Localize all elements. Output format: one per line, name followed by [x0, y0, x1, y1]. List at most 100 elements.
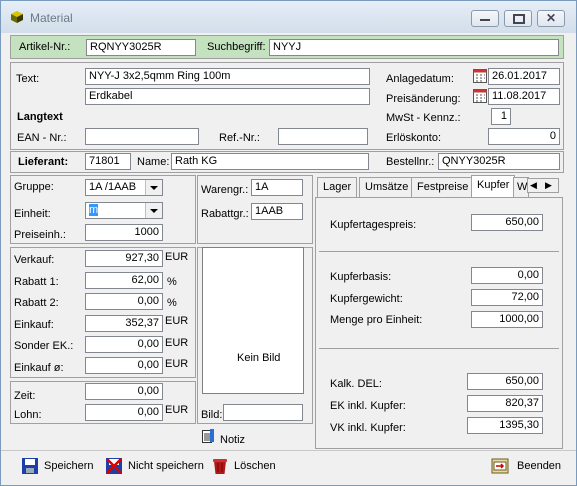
kupfergewicht-label: Kupfergewicht:: [330, 293, 403, 305]
tab-kupfer[interactable]: Kupfer: [471, 175, 516, 197]
lieferant-nr-input[interactable]: 71801: [85, 153, 131, 170]
maximize-button[interactable]: [504, 10, 532, 27]
erloeskonto-label: Erlöskonto:: [386, 132, 442, 144]
calendar-icon[interactable]: [473, 69, 487, 83]
artikel-nr-input[interactable]: RQNYY3025R: [86, 39, 196, 56]
arrow-right-icon[interactable]: ▶: [545, 180, 552, 191]
suchbegriff-input[interactable]: NYYJ: [269, 39, 559, 56]
einkauf-unit: EUR: [165, 315, 189, 327]
ref-input[interactable]: [278, 128, 368, 145]
kein-bild-text: Kein Bild: [237, 352, 281, 364]
image-preview[interactable]: Kein Bild: [202, 247, 304, 394]
kupfergewicht-input[interactable]: 72,00: [471, 289, 543, 306]
tab-festpreise[interactable]: Festpreise: [411, 177, 475, 197]
ek-inkl-label: EK inkl. Kupfer:: [330, 400, 406, 412]
rabatt1-input[interactable]: 62,00: [85, 272, 163, 289]
rabatt2-unit: %: [167, 297, 177, 309]
anlagedatum-input[interactable]: 26.01.2017: [488, 68, 560, 85]
beenden-label: Beenden: [517, 460, 562, 472]
speichern-button[interactable]: Speichern: [21, 455, 96, 477]
tab-lager[interactable]: Lager: [317, 177, 358, 197]
minimize-button[interactable]: [471, 10, 499, 27]
divider: [319, 251, 559, 252]
bestellnr-input[interactable]: QNYY3025R: [438, 153, 560, 170]
bild-input[interactable]: [223, 404, 303, 421]
vk-inkl-input[interactable]: 1395,30: [467, 417, 543, 434]
einheit-select[interactable]: m: [85, 202, 163, 219]
sonder-ek-label: Sonder EK.:: [14, 340, 74, 352]
close-button[interactable]: ✕: [537, 10, 565, 27]
menge-input[interactable]: 1000,00: [471, 311, 543, 328]
title-bar: Material ✕: [1, 1, 576, 33]
verkauf-unit: EUR: [165, 251, 189, 263]
einheit-value: m: [89, 204, 99, 216]
kalk-del-label: Kalk. DEL:: [330, 378, 382, 390]
preiseinh-input[interactable]: 1000: [85, 224, 163, 241]
suchbegriff-label: Suchbegriff:: [207, 41, 266, 53]
tab-umsaetze[interactable]: Umsätze: [359, 177, 415, 197]
sonder-ek-input[interactable]: 0,00: [85, 336, 163, 353]
rabatt2-label: Rabatt 2:: [14, 297, 59, 309]
verkauf-label: Verkauf:: [14, 254, 55, 266]
gruppe-value: 1A /1AAB: [89, 181, 137, 193]
zeit-input[interactable]: 0,00: [85, 383, 163, 400]
text-line2-input[interactable]: Erdkabel: [85, 88, 370, 105]
kalk-del-input[interactable]: 650,00: [467, 373, 543, 390]
lieferant-name-input[interactable]: Rath KG: [171, 153, 369, 170]
notiz-label[interactable]: Notiz: [220, 434, 245, 446]
mwst-input[interactable]: 1: [491, 108, 511, 125]
preisaenderung-input[interactable]: 11.08.2017: [488, 88, 560, 105]
einkauf-avg-unit: EUR: [165, 358, 189, 370]
arrow-left-icon[interactable]: ◀: [530, 180, 537, 191]
erloeskonto-input[interactable]: 0: [488, 128, 560, 145]
chevron-down-icon[interactable]: [145, 203, 162, 218]
einkauf-avg-input[interactable]: 0,00: [85, 357, 163, 374]
ref-label: Ref.-Nr.:: [219, 132, 260, 144]
lohn-label: Lohn:: [14, 409, 42, 421]
ean-input[interactable]: [85, 128, 199, 145]
preiseinh-label: Preiseinh.:: [14, 229, 66, 241]
kupfertagespreis-input[interactable]: 650,00: [471, 214, 543, 231]
zeit-label: Zeit:: [14, 390, 36, 402]
rabattgr-input[interactable]: 1AAB: [251, 203, 303, 220]
kupferbasis-input[interactable]: 0,00: [471, 267, 543, 284]
window-title: Material: [30, 11, 73, 25]
text-line1-input[interactable]: NYY-J 3x2,5qmm Ring 100m: [85, 68, 370, 85]
einheit-label: Einheit:: [14, 208, 51, 220]
chevron-down-icon[interactable]: [145, 180, 162, 195]
no-save-icon: [106, 458, 122, 474]
verkauf-input[interactable]: 927,30: [85, 250, 163, 267]
rabatt2-input[interactable]: 0,00: [85, 293, 163, 310]
loeschen-label: Löschen: [234, 460, 276, 472]
gruppe-select[interactable]: 1A /1AAB: [85, 179, 163, 196]
lohn-unit: EUR: [165, 404, 189, 416]
bild-label: Bild:: [201, 409, 223, 421]
anlagedatum-label: Anlagedatum:: [386, 73, 454, 85]
lohn-input[interactable]: 0,00: [85, 404, 163, 421]
nicht-speichern-button[interactable]: Nicht speichern: [105, 455, 205, 477]
warengr-input[interactable]: 1A: [251, 179, 303, 196]
einkauf-label: Einkauf:: [14, 319, 54, 331]
lieferant-label: Lieferant:: [18, 156, 69, 168]
langtext-label[interactable]: Langtext: [17, 111, 63, 123]
gruppe-label: Gruppe:: [14, 181, 54, 193]
preisaenderung-label: Preisänderung:: [386, 93, 461, 105]
divider: [319, 348, 559, 349]
close-icon: ✕: [546, 11, 557, 25]
floppy-disk-icon: [22, 458, 38, 474]
kupferbasis-label: Kupferbasis:: [330, 271, 392, 283]
ean-label: EAN - Nr.:: [17, 132, 67, 144]
beenden-button[interactable]: Beenden: [491, 455, 566, 477]
trash-icon: [213, 459, 227, 474]
cube-icon: [11, 11, 23, 23]
einkauf-input[interactable]: 352,37: [85, 315, 163, 332]
rabatt1-label: Rabatt 1:: [14, 276, 59, 288]
tab-scroll: ◀ ▶: [527, 178, 559, 193]
mwst-label: MwSt - Kennz.:: [386, 112, 461, 124]
notepad-icon[interactable]: [201, 428, 215, 444]
loeschen-button[interactable]: Löschen: [211, 455, 281, 477]
einkauf-avg-label: Einkauf ø:: [14, 362, 64, 374]
vk-inkl-label: VK inkl. Kupfer:: [330, 422, 406, 434]
ek-inkl-input[interactable]: 820,37: [467, 395, 543, 412]
calendar-icon[interactable]: [473, 89, 487, 103]
